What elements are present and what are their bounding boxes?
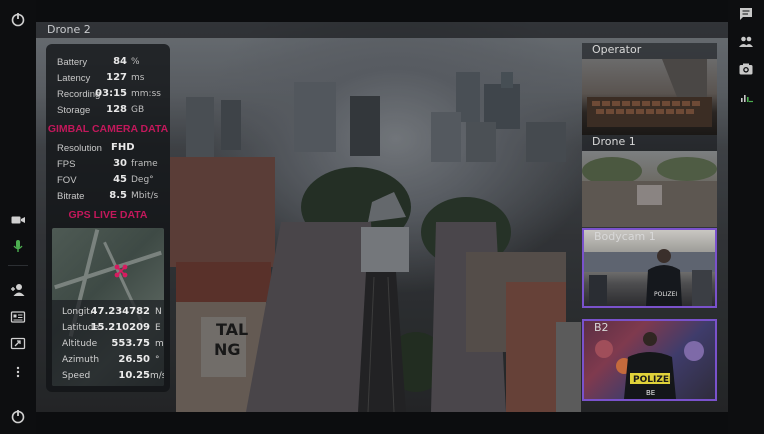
gimbal-value: FHD [111,142,135,153]
telemetry-value: 127 [106,72,127,83]
gps-section-heading: GPS LIVE DATA [68,209,148,221]
gps-unit: ° [155,355,160,365]
gps-value: 553.75 [111,338,150,349]
main-feed-title: Drone 2 [47,23,91,36]
telemetry-label: Recording [57,89,101,100]
video-camera-icon[interactable] [8,210,28,230]
gimbal-unit: Mbit/s [131,191,159,201]
id-card-icon[interactable] [8,307,28,327]
gps-value: 47.234782 [90,306,150,317]
gps-unit: E [155,323,161,333]
gimbal-unit: frame [131,159,158,169]
telemetry-row-latency: Latency 127 ms [57,71,165,85]
chat-icon[interactable] [736,4,756,24]
gps-label: Longit. [62,307,93,317]
gps-row-latitude: Latitude 15.210209 E [62,321,164,335]
gimbal-row-fov: FOV 45 Deg° [57,173,165,187]
gimbal-label: FPS [57,159,76,170]
telemetry-value: 84 [113,56,127,67]
gps-label: Azimuth [62,355,100,365]
people-icon[interactable] [736,32,756,52]
gps-unit: N [155,307,162,317]
gps-value: 15.210209 [90,322,150,333]
gps-value: 26.50 [118,354,150,365]
gps-label: Speed [62,371,91,381]
gps-readout-panel: Longit. 47.234782 N Latitude 15.210209 E… [52,300,164,386]
gimbal-value: 8.5 [109,190,127,201]
gimbal-section-heading: GIMBAL CAMERA DATA [47,123,169,135]
gps-row-azimuth: Azimuth 26.50 ° [62,353,164,367]
gps-map[interactable]: Longit. 47.234782 N Latitude 15.210209 E… [52,228,164,386]
telemetry-panel: Battery 84 % Latency 127 ms Recording 03… [46,44,170,392]
feed-title: Operator [582,43,717,59]
feed-operator[interactable]: Operator [582,43,717,135]
drone-location-icon [114,264,128,278]
gps-unit: m [155,339,164,349]
telemetry-label: Latency [57,73,91,84]
gps-row-longitude: Longit. 47.234782 N [62,305,164,319]
operator-video [582,59,717,135]
main-video-feed[interactable]: TAL NG Drone 2 Battery 84 % Latency 127 … [36,22,728,412]
bodycam-1-vest-label: POLIZEI [654,291,677,298]
screen-share-icon[interactable] [8,334,28,354]
logout-icon[interactable] [8,406,28,426]
feed-drone-1[interactable]: Drone 1 [582,135,717,227]
camera-icon[interactable] [736,59,756,79]
b2-vest-label: POLIZEI [633,375,672,385]
gimbal-row-resolution: Resolution FHD [57,141,165,155]
feed-title: Bodycam 1 [594,230,656,243]
right-toolbar [728,0,764,434]
feed-bodycam-1[interactable]: POLIZEI Bodycam 1 [582,228,717,308]
gps-label: Altitude [62,339,98,349]
telemetry-label: Storage [57,105,91,116]
gimbal-row-fps: FPS 30 frame [57,157,165,171]
gimbal-label: Bitrate [57,191,85,202]
main-title-bar: Drone 2 [36,22,728,38]
gimbal-value: 45 [113,174,127,185]
telemetry-row-storage: Storage 128 GB [57,103,165,117]
left-toolbar [0,0,36,434]
telemetry-unit: ms [131,73,145,83]
telemetry-row-battery: Battery 84 % [57,55,165,69]
telemetry-value: 03:15 [95,88,127,99]
telemetry-value: 128 [106,104,127,115]
microphone-icon[interactable] [8,236,28,256]
gimbal-unit: Deg° [131,175,154,185]
gps-row-altitude: Altitude 553.75 m [62,337,164,351]
feed-b2[interactable]: POLIZEI BE B2 [582,319,717,401]
more-icon[interactable] [8,362,28,382]
b2-vest-sub-label: BE [646,389,655,397]
gps-unit: m/s [150,371,164,381]
gps-row-speed: Speed 10.25 m/s [62,369,164,383]
telemetry-unit: GB [131,105,145,115]
rail-divider [8,265,28,266]
signal-icon[interactable] [736,87,756,107]
gps-value: 10.25 [118,370,150,381]
gimbal-label: Resolution [57,143,102,154]
telemetry-unit: mm:ss [131,89,161,99]
add-user-icon[interactable] [8,280,28,300]
drone-1-video [582,151,717,227]
feed-title: B2 [594,321,609,334]
feed-title: Drone 1 [582,135,717,151]
telemetry-row-recording: Recording 03:15 mm:ss [57,87,165,101]
telemetry-unit: % [131,57,140,67]
gimbal-row-bitrate: Bitrate 8.5 Mbit/s [57,189,165,203]
power-icon[interactable] [8,9,28,29]
telemetry-label: Battery [57,57,88,68]
gimbal-value: 30 [113,158,127,169]
gimbal-label: FOV [57,175,77,186]
